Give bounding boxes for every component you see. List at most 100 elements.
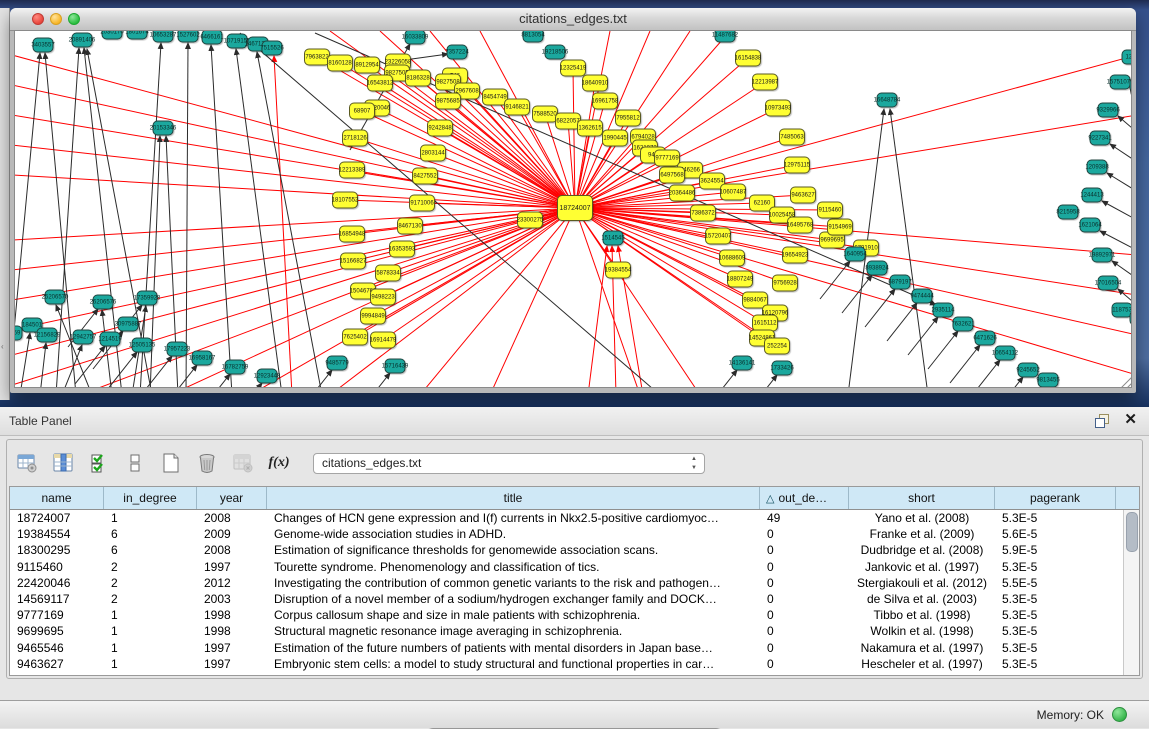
graph-node[interactable]: 9154969 [827, 219, 853, 236]
graph-node[interactable]: 8186328 [405, 70, 431, 87]
graph-node[interactable]: 9171006 [409, 195, 435, 212]
cell-out_de[interactable]: 0 [760, 560, 849, 574]
cell-name[interactable]: 9465546 [10, 641, 104, 655]
graph-node[interactable]: 1733426 [772, 361, 793, 376]
graph-node[interactable]: 1214519 [100, 332, 121, 347]
graph-node[interactable]: 3403557 [33, 38, 54, 53]
graph-node[interactable]: 10654112 [995, 346, 1016, 361]
table-row[interactable]: 1456911722003Disruption of a novel membe… [10, 591, 1139, 607]
scrollbar-thumb[interactable] [1126, 512, 1138, 552]
cell-title[interactable]: Structural magnetic resonance image aver… [267, 624, 760, 638]
cell-year[interactable]: 2003 [197, 592, 267, 606]
graph-node[interactable]: 8215958 [1058, 205, 1079, 220]
cell-out_de[interactable]: 0 [760, 608, 849, 622]
graph-node[interactable]: 1527602 [178, 30, 199, 43]
cell-title[interactable]: Corpus callosum shape and size in male p… [267, 608, 760, 622]
graph-node[interactable]: 2030170 [102, 30, 123, 40]
graph-node[interactable]: 6879197 [890, 275, 911, 290]
table-row[interactable]: 946554611997Estimation of the future num… [10, 640, 1139, 656]
graph-node[interactable]: 15166827 [340, 253, 366, 270]
column-header-pagerank[interactable]: pagerank [995, 487, 1116, 509]
graph-node[interactable]: 17016504 [1098, 276, 1119, 291]
cell-pagerank[interactable]: 5.9E-5 [995, 543, 1116, 557]
cell-name[interactable]: 9115460 [10, 560, 104, 574]
graph-node[interactable]: 16543812 [367, 75, 393, 92]
graph-node[interactable]: 6471626 [975, 331, 996, 346]
graph-node[interactable]: 7632621 [953, 317, 974, 332]
graph-node[interactable]: 8427552 [412, 168, 438, 185]
graph-node[interactable]: 20153346 [153, 121, 174, 136]
graph-node[interactable]: 10653287 [153, 30, 174, 43]
graph-node[interactable]: 19892971 [1092, 248, 1113, 263]
cell-short[interactable]: Wolkin et al. (1998) [849, 624, 995, 638]
graph-node[interactable]: 19654923 [782, 247, 808, 264]
function-builder-icon[interactable]: f(x) [267, 451, 291, 475]
cell-out_de[interactable]: 0 [760, 657, 849, 671]
graph-node[interactable]: 12975115 [784, 157, 810, 174]
rows-icon[interactable] [123, 451, 147, 475]
table-row[interactable]: 1938455462009Genome-wide association stu… [10, 526, 1139, 542]
cell-out_de[interactable]: 0 [760, 592, 849, 606]
cell-out_de[interactable]: 0 [760, 624, 849, 638]
graph-node[interactable]: 18807249 [727, 271, 753, 288]
graph-node[interactable]: 12325419 [560, 60, 586, 77]
graph-node[interactable]: 16958167 [192, 351, 213, 366]
cell-pagerank[interactable]: 5.3E-5 [995, 657, 1116, 671]
graph-node[interactable]: 10688609 [719, 250, 745, 267]
graph-node[interactable]: 9329966 [1098, 103, 1119, 118]
new-document-icon[interactable] [159, 451, 183, 475]
cell-out_de[interactable]: 0 [760, 576, 849, 590]
graph-node[interactable]: 25206570 [45, 290, 66, 305]
graph-node[interactable]: 9242848 [427, 120, 453, 137]
table-row[interactable]: 911546021997Tourette syndrome. Phenomeno… [10, 559, 1139, 575]
graph-node[interactable]: 7386372 [690, 205, 716, 222]
cell-name[interactable]: 22420046 [10, 576, 104, 590]
graph-node[interactable]: 9498223 [370, 289, 396, 306]
graph-node[interactable]: 12923448 [257, 369, 278, 384]
graph-node[interactable]: 8160128 [327, 55, 353, 72]
graph-node[interactable]: 9777169 [654, 150, 680, 167]
graph-node[interactable]: 1362615 [577, 120, 603, 137]
graph-node[interactable]: 12942757 [73, 330, 94, 345]
graph-node[interactable]: 16353593 [389, 241, 415, 258]
graph-node[interactable]: 16854948 [339, 226, 365, 243]
graph-node[interactable]: 16648784 [877, 93, 898, 108]
graph-node[interactable]: 9485779 [327, 356, 348, 371]
cell-in_degree[interactable]: 2 [104, 560, 197, 574]
graph-node[interactable]: 6497568 [659, 167, 685, 184]
graph-node[interactable]: 19218506 [545, 45, 566, 60]
cell-pagerank[interactable]: 5.3E-5 [995, 608, 1116, 622]
network-canvas[interactable]: 1872400779638228160128891295423226058982… [14, 30, 1132, 388]
graph-node[interactable]: 8912954 [354, 57, 380, 74]
graph-node[interactable]: 8467130 [397, 218, 423, 235]
column-header-short[interactable]: short [849, 487, 995, 509]
graph-node[interactable]: 10973493 [765, 100, 791, 117]
graph-node[interactable]: 9146821 [504, 99, 530, 116]
graph-node[interactable]: 8938924 [867, 261, 888, 276]
table-settings-icon[interactable] [15, 451, 39, 475]
cell-year[interactable]: 2009 [197, 527, 267, 541]
graph-node[interactable]: 7485063 [779, 129, 805, 146]
graph-node[interactable]: 16495768 [787, 217, 813, 234]
graph-node[interactable]: 16782759 [225, 360, 246, 375]
cell-year[interactable]: 1998 [197, 608, 267, 622]
table-row[interactable]: 1872400712008Changes of HCN gene express… [10, 510, 1139, 526]
table-row[interactable]: 946362711997Embryonic stem cells: a mode… [10, 656, 1139, 672]
cell-title[interactable]: Disruption of a novel member of a sodium… [267, 592, 760, 606]
graph-node[interactable]: 8813054 [523, 30, 544, 43]
cell-title[interactable]: Genome-wide association studies in ADHD. [267, 527, 760, 541]
cell-year[interactable]: 1998 [197, 624, 267, 638]
table-select-dropdown[interactable]: citations_edges.txt ▲▼ [313, 453, 705, 474]
cell-name[interactable]: 14569117 [10, 592, 104, 606]
cell-pagerank[interactable]: 5.3E-5 [995, 641, 1116, 655]
cell-year[interactable]: 1997 [197, 560, 267, 574]
float-panel-icon[interactable] [1095, 414, 1109, 428]
cell-title[interactable]: Estimation of significance thresholds fo… [267, 543, 760, 557]
graph-node[interactable]: 12505135 [132, 338, 153, 353]
graph-node[interactable]: 30975887 [118, 317, 139, 332]
graph-node[interactable]: 7625402 [342, 329, 368, 346]
graph-node[interactable]: 9813455 [1038, 373, 1059, 388]
cell-out_de[interactable]: 49 [760, 511, 849, 525]
cell-pagerank[interactable]: 5.6E-5 [995, 527, 1116, 541]
cell-short[interactable]: Franke et al. (2009) [849, 527, 995, 541]
